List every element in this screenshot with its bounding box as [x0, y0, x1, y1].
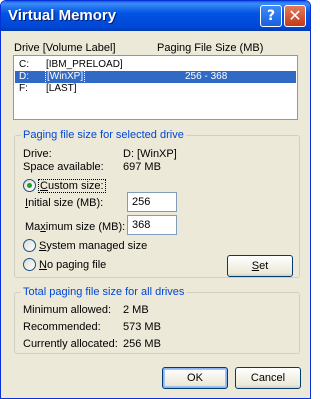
paging-size-column-header: Paging File Size (MB)	[157, 42, 264, 54]
drive-column-header: Drive [Volume Label]	[14, 42, 116, 54]
mnemonic: S	[251, 260, 260, 272]
title-bar[interactable]: Virtual Memory ? ✕	[1, 1, 310, 31]
custom-size-radio[interactable]	[23, 179, 36, 192]
label-text: o paging file	[46, 259, 107, 271]
drive-paging-size: 256 - 368	[185, 71, 228, 82]
space-available-label: Space available:	[23, 161, 104, 173]
no-paging-file-label[interactable]: No paging file	[39, 259, 106, 271]
initial-size-input[interactable]: 256	[127, 192, 177, 212]
custom-size-label[interactable]: Custom size:	[38, 179, 106, 193]
cancel-button[interactable]: Cancel	[235, 367, 301, 389]
drive-volume-label: [IBM_PRELOAD]	[46, 59, 123, 70]
selected-drive-group-title: Paging file size for selected drive	[21, 129, 186, 141]
drive-value: D: [WinXP]	[123, 148, 177, 160]
mnemonic: N	[39, 259, 47, 271]
currently-allocated-value: 256 MB	[123, 338, 161, 350]
radio-selected-dot	[27, 183, 32, 188]
window-title: Virtual Memory	[8, 7, 117, 24]
drive-letter: D:	[19, 71, 29, 82]
label-text: Ma	[25, 221, 41, 233]
label-text: ustom size:	[47, 180, 104, 192]
drive-row-c[interactable]: C: [IBM_PRELOAD]	[15, 59, 296, 71]
recommended-value: 573 MB	[123, 321, 161, 333]
drive-row-f[interactable]: F: [LAST]	[15, 83, 296, 95]
close-icon[interactable]: ✕	[284, 5, 306, 27]
no-paging-file-radio[interactable]	[23, 258, 36, 271]
currently-allocated-label: Currently allocated:	[23, 338, 118, 350]
minimum-allowed-label: Minimum allowed:	[23, 304, 112, 316]
button-text: et	[259, 260, 269, 272]
drive-listbox[interactable]: C: [IBM_PRELOAD] D: [WinXP] 256 - 368 F:…	[13, 55, 298, 120]
minimum-allowed-value: 2 MB	[123, 304, 149, 316]
initial-size-label: Initial size (MB):	[25, 197, 103, 209]
system-managed-radio[interactable]	[23, 239, 36, 252]
drive-label: Drive:	[23, 148, 52, 160]
label-text: nitial size (MB):	[28, 197, 104, 209]
label-text: imum size (MB):	[45, 221, 126, 233]
help-icon[interactable]: ?	[260, 5, 282, 27]
drive-row-d[interactable]: D: [WinXP] 256 - 368	[15, 70, 296, 84]
set-button[interactable]: Set	[227, 255, 293, 277]
drive-letter: F:	[19, 83, 28, 94]
ok-button[interactable]: OK	[162, 367, 228, 389]
drive-volume-label: [LAST]	[46, 83, 77, 94]
virtual-memory-dialog: Virtual Memory ? ✕ Drive [Volume Label] …	[0, 0, 311, 399]
maximum-size-label: Maximum size (MB):	[25, 221, 125, 233]
maximum-size-input[interactable]: 368	[127, 215, 177, 235]
mnemonic: C	[40, 180, 48, 192]
totals-group-title: Total paging file size for all drives	[21, 286, 187, 298]
drive-volume-label: [WinXP]	[44, 70, 86, 84]
recommended-label: Recommended:	[23, 321, 101, 333]
drive-letter: C:	[19, 59, 29, 70]
system-managed-label[interactable]: System managed size	[39, 240, 147, 252]
label-text: ystem managed size	[46, 240, 148, 252]
space-available-value: 697 MB	[123, 161, 161, 173]
